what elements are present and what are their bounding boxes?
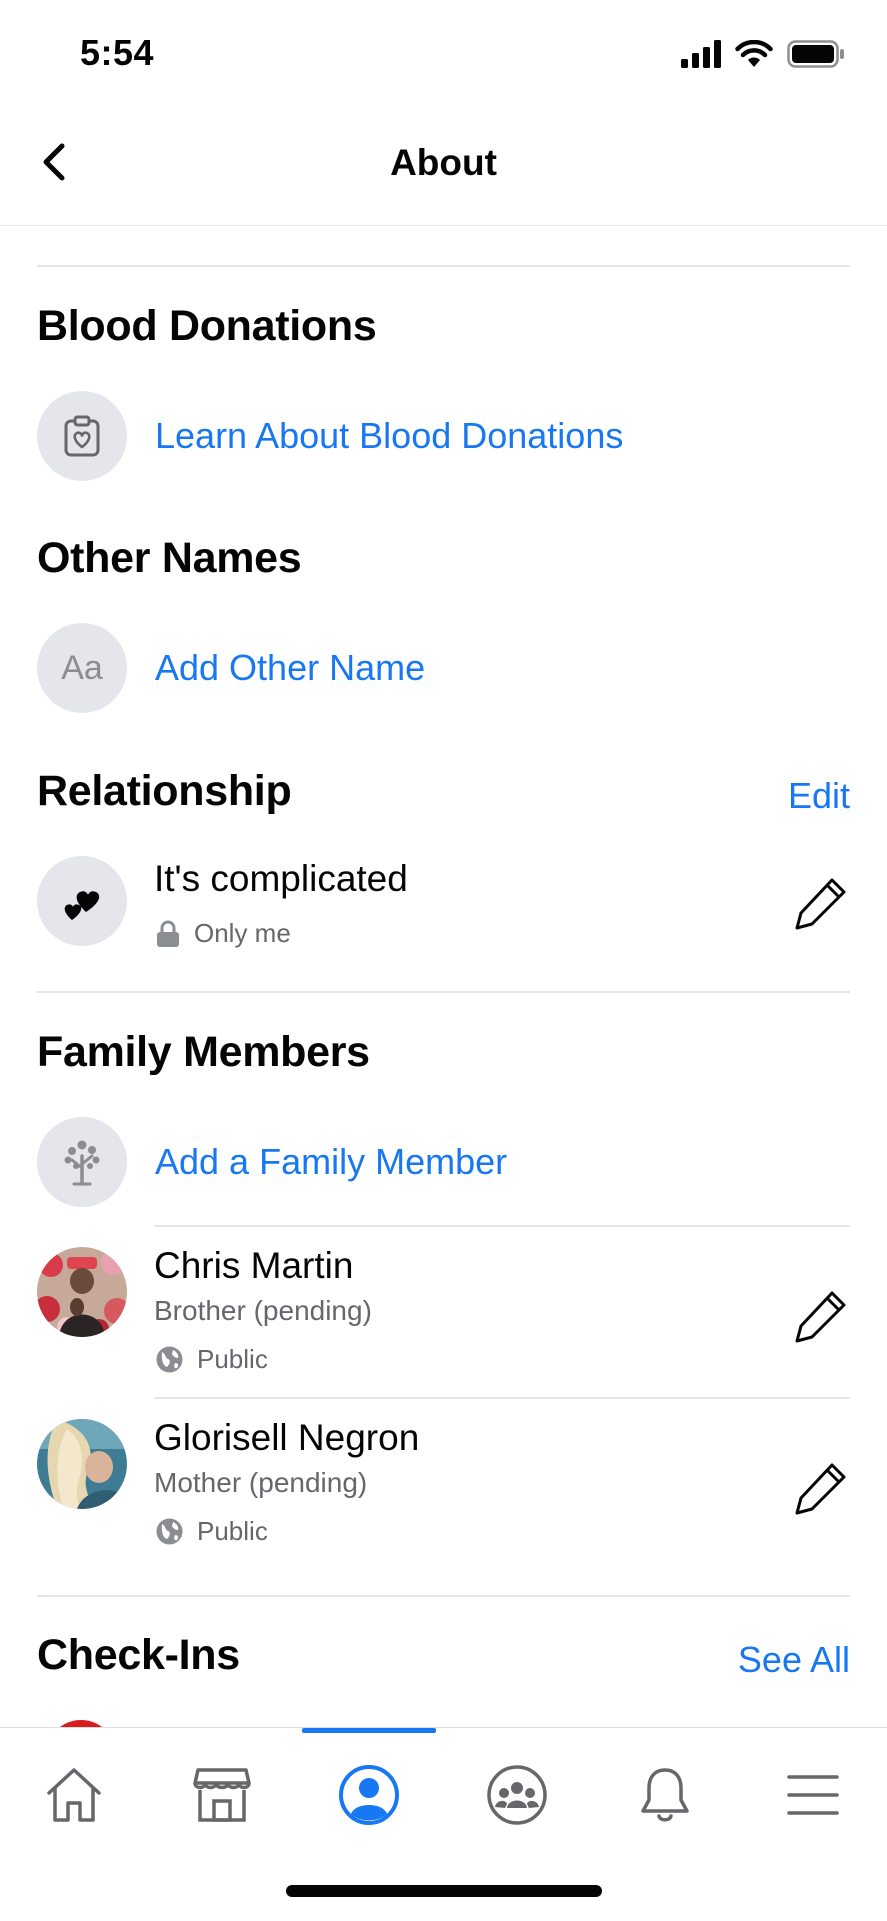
family-member-privacy: Public: [156, 1516, 268, 1547]
family-member-privacy-label: Public: [197, 1516, 268, 1546]
family-tree-icon: [64, 1140, 100, 1186]
text-aa-icon: Aa: [61, 648, 103, 687]
groups-icon: [487, 1765, 547, 1825]
globe-icon: [156, 1346, 183, 1373]
name-icon-circle: Aa: [37, 623, 127, 713]
relationship-title: Relationship: [37, 767, 292, 815]
check-ins-see-all-link[interactable]: See All: [738, 1639, 850, 1681]
row-divider: [154, 1397, 850, 1399]
family-member-name: Chris Martin: [154, 1245, 354, 1286]
relationship-icon-circle: [37, 856, 127, 946]
home-indicator: [286, 1885, 602, 1897]
battery-icon: [787, 40, 844, 68]
tab-menu[interactable]: [778, 1760, 848, 1830]
row-divider: [154, 1225, 850, 1227]
nav-divider: [0, 225, 887, 226]
learn-blood-donations-row[interactable]: Learn About Blood Donations: [37, 391, 623, 481]
learn-blood-donations-link[interactable]: Learn About Blood Donations: [155, 415, 623, 457]
section-divider: [37, 265, 850, 267]
lock-icon: [157, 920, 179, 947]
blood-donations-title: Blood Donations: [37, 302, 377, 350]
pencil-icon: [795, 1291, 846, 1343]
menu-icon: [787, 1775, 839, 1815]
relationship-edit-link[interactable]: Edit: [788, 775, 850, 817]
check-ins-title: Check-Ins: [37, 1631, 240, 1679]
add-other-name-row[interactable]: Aa Add Other Name: [37, 623, 425, 713]
status-time: 5:54: [80, 32, 155, 73]
relationship-edit-button[interactable]: [792, 874, 850, 932]
wifi-icon: [735, 40, 773, 67]
page-title: About: [390, 142, 497, 183]
relationship-privacy: Only me: [156, 918, 291, 949]
add-family-member-link[interactable]: Add a Family Member: [155, 1141, 507, 1183]
hearts-icon: [64, 891, 100, 920]
pencil-icon: [795, 878, 846, 930]
active-tab-indicator: [302, 1728, 436, 1733]
family-member-row[interactable]: Glorisell Negron Mother (pending) Public: [37, 1417, 850, 1569]
tab-profile[interactable]: [334, 1760, 404, 1830]
marketplace-icon: [193, 1768, 251, 1822]
status-icons: [681, 40, 845, 68]
avatar: [37, 1419, 127, 1509]
notifications-icon: [641, 1768, 689, 1822]
check-in-thumbnail-partial: [46, 1720, 116, 1727]
add-other-name-link[interactable]: Add Other Name: [155, 647, 425, 689]
family-member-edit-button[interactable]: [792, 1459, 850, 1517]
family-member-edit-button[interactable]: [792, 1287, 850, 1345]
avatar-photo: [37, 1247, 127, 1337]
relationship-status: It's complicated: [154, 858, 408, 899]
add-family-member-row[interactable]: Add a Family Member: [37, 1117, 507, 1207]
globe-icon: [156, 1518, 183, 1545]
family-tree-icon-circle: [37, 1117, 127, 1207]
cellular-signal-icon: [681, 40, 721, 68]
avatar: [37, 1247, 127, 1337]
blood-donation-icon-circle: [37, 391, 127, 481]
blood-donation-icon: [64, 415, 100, 457]
home-icon: [47, 1768, 101, 1822]
family-member-relation: Brother (pending): [154, 1295, 372, 1326]
tab-marketplace[interactable]: [187, 1760, 257, 1830]
section-divider: [37, 1595, 850, 1597]
section-divider: [37, 991, 850, 993]
relationship-privacy-label: Only me: [194, 918, 291, 948]
other-names-title: Other Names: [37, 534, 302, 582]
family-member-privacy: Public: [156, 1344, 268, 1375]
pencil-icon: [795, 1463, 846, 1515]
family-member-name: Glorisell Negron: [154, 1417, 420, 1458]
family-members-title: Family Members: [37, 1028, 370, 1076]
family-member-relation: Mother (pending): [154, 1467, 368, 1498]
family-member-privacy-label: Public: [197, 1344, 268, 1374]
tab-home[interactable]: [39, 1760, 109, 1830]
tab-groups[interactable]: [482, 1760, 552, 1830]
family-member-row[interactable]: Chris Martin Brother (pending) Public: [37, 1245, 850, 1397]
profile-icon: [339, 1765, 399, 1825]
avatar-photo: [37, 1419, 127, 1509]
tab-notifications[interactable]: [630, 1760, 700, 1830]
